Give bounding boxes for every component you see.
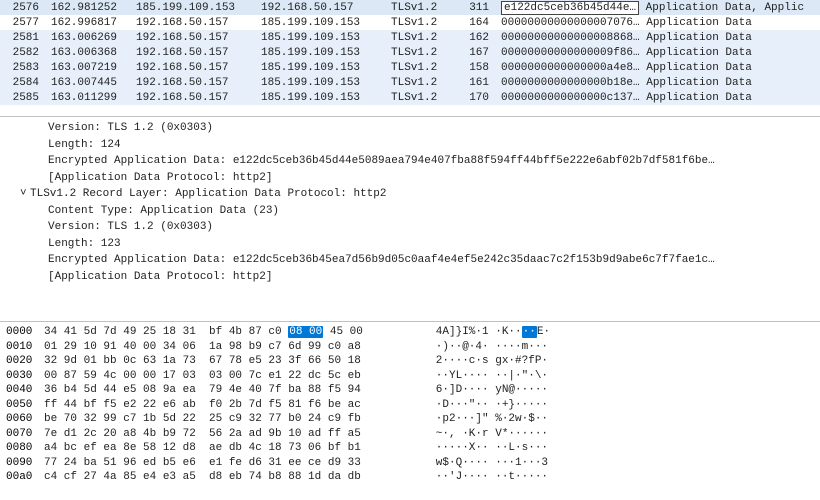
hex-row[interactable]: 001001 29 10 91 40 00 34 06 1a 98 b9 c7 … [6,340,814,355]
packet-row[interactable]: 2584163.007445192.168.50.157185.199.109.… [0,75,820,90]
tls-length-line: Length: 124 [6,137,814,154]
tls-version-line: Version: TLS 1.2 (0x0303) [6,120,814,137]
packet-row[interactable]: 2585163.011299192.168.50.157185.199.109.… [0,90,820,105]
packet-row[interactable]: 2582163.006368192.168.50.157185.199.109.… [0,45,820,60]
tls-length-line: Length: 123 [6,236,814,253]
packet-row[interactable]: 2581163.006269192.168.50.157185.199.109.… [0,30,820,45]
hex-row[interactable]: 004036 b4 5d 44 e5 08 9a ea 79 4e 40 7f … [6,383,814,398]
hex-row[interactable]: 00707e d1 2c 20 a8 4b b9 72 56 2a ad 9b … [6,427,814,442]
hex-row[interactable]: 009077 24 ba 51 96 ed b5 e6 e1 fe d6 31 … [6,456,814,471]
packet-row[interactable]: 2577162.996817192.168.50.157185.199.109.… [0,15,820,30]
hex-dump-pane[interactable]: 000034 41 5d 7d 49 25 18 31 bf 4b 87 c0 … [0,322,820,488]
packet-row[interactable]: 2576162.981252185.199.109.153192.168.50.… [0,0,820,15]
tls-encrypted-data-line: Encrypted Application Data: e122dc5ceb36… [6,252,814,269]
selected-bytes-highlight: e122dc5ceb36b45d44e… [501,1,639,15]
hex-row[interactable]: 00a0c4 cf 27 4a 85 e4 e3 a5 d8 eb 74 b8 … [6,470,814,485]
tls-encrypted-data-line: Encrypted Application Data: e122dc5ceb36… [6,153,814,170]
tls-app-data-protocol-line: [Application Data Protocol: http2] [6,269,814,286]
tls-app-data-protocol-line: [Application Data Protocol: http2] [6,170,814,187]
hex-row[interactable]: 0050ff 44 bf f5 e2 22 e6 ab f0 2b 7d f5 … [6,398,814,413]
hex-row[interactable]: 002032 9d 01 bb 0c 63 1a 73 67 78 e5 23 … [6,354,814,369]
packet-details-pane[interactable]: Version: TLS 1.2 (0x0303) Length: 124 En… [0,117,820,322]
tls-content-type-line: Content Type: Application Data (23) [6,203,814,220]
tls-version-line: Version: TLS 1.2 (0x0303) [6,219,814,236]
hex-row[interactable]: 000034 41 5d 7d 49 25 18 31 bf 4b 87 c0 … [6,325,814,340]
packet-row[interactable]: 2583163.007219192.168.50.157185.199.109.… [0,60,820,75]
hex-row[interactable]: 0080a4 bc ef ea 8e 58 12 d8 ae db 4c 18 … [6,441,814,456]
tls-record-layer-line[interactable]: ˅TLSv1.2 Record Layer: Application Data … [6,186,814,203]
selected-hex-bytes: 08 00 [288,326,323,338]
hex-row[interactable]: 0060be 70 32 99 c7 1b 5d 22 25 c9 32 77 … [6,412,814,427]
hex-row[interactable]: 003000 87 59 4c 00 00 17 03 03 00 7c e1 … [6,369,814,384]
packet-list-pane[interactable]: 2576162.981252185.199.109.153192.168.50.… [0,0,820,117]
chevron-down-icon[interactable]: ˅ [20,186,30,203]
